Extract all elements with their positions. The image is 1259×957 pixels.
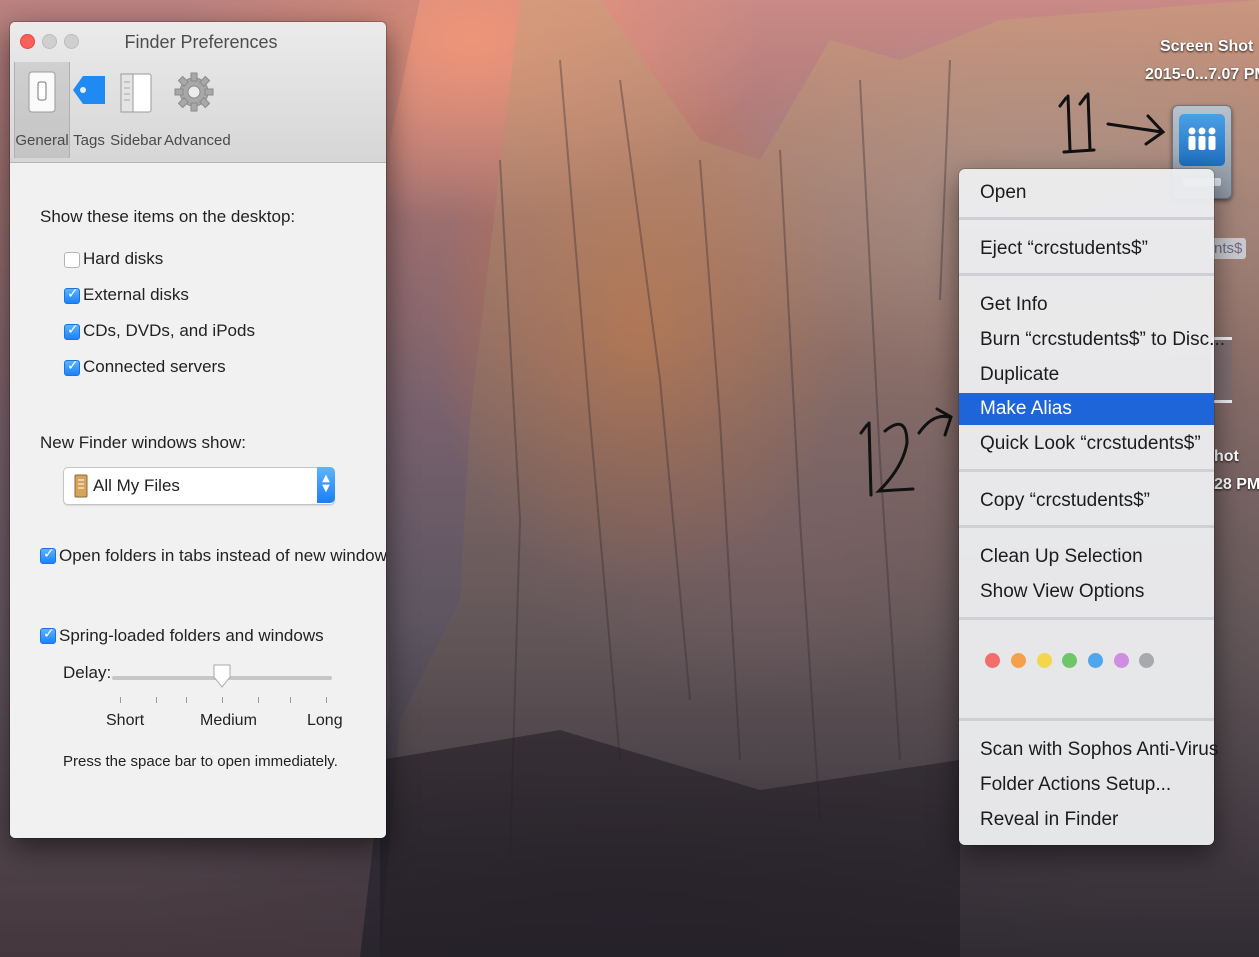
tab-advanced[interactable]: Advanced — [164, 62, 231, 158]
new-window-select[interactable]: All My Files ▲ ▼ — [63, 467, 335, 505]
delay-slider-thumb[interactable] — [212, 663, 232, 689]
menu-separator — [959, 469, 1214, 472]
menu-item-quick-look[interactable]: Quick Look “crcstudents$” — [959, 428, 1214, 460]
menu-item-show-view-options[interactable]: Show View Options — [959, 576, 1214, 608]
all-my-files-icon — [74, 474, 88, 498]
new-window-value: All My Files — [93, 476, 180, 495]
delay-tick-short: Short — [106, 712, 145, 729]
menu-separator — [959, 718, 1214, 721]
menu-separator — [959, 617, 1214, 620]
connected-servers-label: Connected servers — [83, 357, 226, 376]
menu-separator — [959, 217, 1214, 220]
server-volume-label[interactable]: nts$ — [1210, 238, 1247, 259]
finder-preferences-window: Finder Preferences General Tags Sidebar — [10, 22, 386, 838]
show-items-heading: Show these items on the desktop: — [40, 207, 296, 226]
menu-separator — [959, 273, 1214, 276]
menu-item-sophos-scan[interactable]: Scan with Sophos Anti-Virus — [959, 734, 1218, 766]
annotation-step-12-arrow — [859, 407, 953, 497]
tab-tags[interactable]: Tags — [70, 62, 108, 158]
people-icon — [1188, 127, 1216, 150]
tab-general[interactable]: General — [14, 62, 70, 158]
hard-disks-label: Hard disks — [83, 249, 164, 268]
context-menu: Open Eject “crcstudents$” Get Info Burn … — [959, 169, 1225, 845]
prefs-toolbar: Finder Preferences General Tags Sidebar — [10, 22, 386, 163]
menu-item-get-info[interactable]: Get Info — [959, 289, 1214, 321]
tab-advanced-label: Advanced — [164, 132, 231, 149]
cds-dvds-ipods-checkbox[interactable] — [64, 322, 80, 340]
open-in-tabs-label: Open folders in tabs instead of new wind… — [59, 546, 386, 565]
menu-item-copy[interactable]: Copy “crcstudents$” — [959, 485, 1214, 517]
menu-item-open[interactable]: Open — [959, 177, 1214, 209]
spring-loaded-checkbox[interactable] — [40, 626, 56, 644]
screenshot-label-2[interactable]: 2015-0...7.07 PM — [1145, 66, 1259, 84]
external-disks-label: External disks — [83, 285, 189, 304]
menu-item-make-alias[interactable]: Make Alias — [959, 393, 1214, 425]
gear-icon — [174, 72, 214, 112]
tag-color-purple[interactable] — [1114, 653, 1129, 668]
spring-loaded-label: Spring-loaded folders and windows — [59, 626, 324, 645]
tag-color-blue[interactable] — [1088, 653, 1103, 668]
window-title: Finder Preferences — [124, 32, 278, 52]
tag-icon — [73, 76, 105, 104]
screenshot-label-3[interactable]: hot — [1214, 448, 1239, 466]
screenshot-label-4[interactable]: 28 PM — [1214, 476, 1259, 494]
tab-sidebar-label: Sidebar — [110, 132, 162, 149]
tag-color-green[interactable] — [1062, 653, 1077, 668]
menu-item-duplicate[interactable]: Duplicate — [959, 359, 1214, 391]
tab-general-label: General — [15, 132, 69, 149]
new-window-heading: New Finder windows show: — [40, 433, 246, 452]
general-switch-icon — [28, 71, 56, 113]
menu-item-reveal-in-finder[interactable]: Reveal in Finder — [959, 804, 1214, 836]
hard-disks-checkbox[interactable] — [64, 252, 80, 268]
tag-color-red[interactable] — [985, 653, 1000, 668]
menu-item-burn[interactable]: Burn “crcstudents$” to Disc... — [959, 324, 1225, 356]
menu-item-clean-up[interactable]: Clean Up Selection — [959, 541, 1214, 573]
tag-color-gray[interactable] — [1139, 653, 1154, 668]
open-in-tabs-checkbox[interactable] — [40, 546, 56, 564]
delay-label: Delay: — [63, 663, 112, 682]
prefs-content: Show these items on the desktop: Hard di… — [10, 163, 386, 838]
menu-item-eject[interactable]: Eject “crcstudents$” — [959, 233, 1214, 265]
tag-color-orange[interactable] — [1011, 653, 1026, 668]
annotation-step-11-arrow — [1058, 92, 1166, 154]
screenshot-label-1[interactable]: Screen Shot — [1160, 38, 1253, 56]
menu-separator — [959, 525, 1214, 528]
delay-tick-long: Long — [307, 712, 343, 729]
external-disks-checkbox[interactable] — [64, 286, 80, 304]
tab-sidebar[interactable]: Sidebar — [110, 62, 162, 158]
menu-item-folder-actions[interactable]: Folder Actions Setup... — [959, 769, 1214, 801]
tag-color-yellow[interactable] — [1037, 653, 1052, 668]
chevron-updown-icon: ▲ ▼ — [317, 467, 335, 503]
cds-dvds-ipods-label: CDs, DVDs, and iPods — [83, 321, 255, 340]
tab-tags-label: Tags — [73, 132, 105, 149]
sidebar-icon — [120, 73, 152, 113]
space-bar-hint: Press the space bar to open immediately. — [63, 753, 338, 770]
delay-tick-medium: Medium — [200, 712, 257, 729]
connected-servers-checkbox[interactable] — [64, 358, 80, 376]
